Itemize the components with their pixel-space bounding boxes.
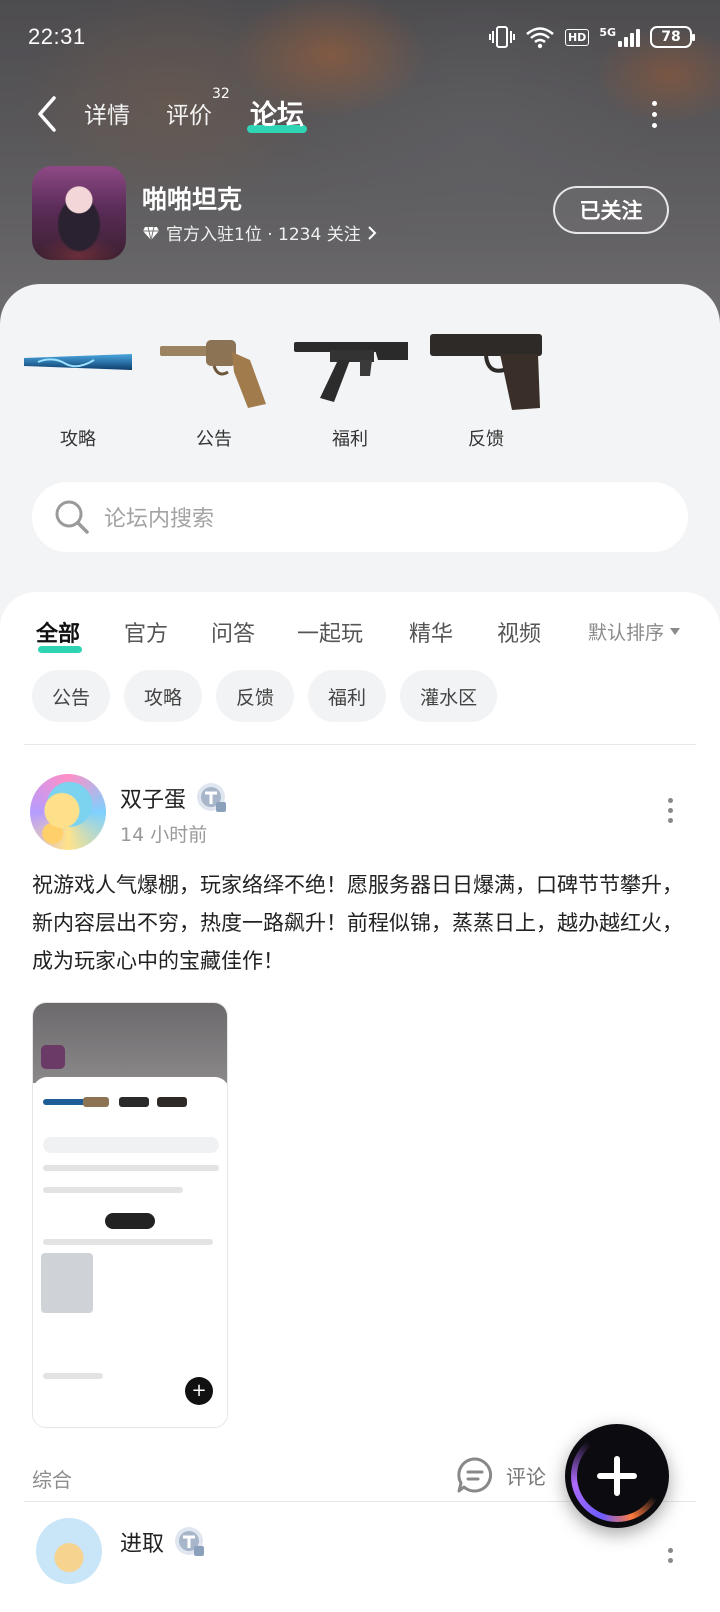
tab-detail[interactable]: 详情	[84, 96, 130, 130]
cell-signal: 5G	[599, 27, 640, 47]
back-button[interactable]	[36, 94, 66, 134]
chip-feedback[interactable]: 反馈	[216, 670, 295, 722]
top-nav: 详情 评价 32 论坛	[0, 84, 720, 144]
quick-link-welfare[interactable]: 福利	[290, 312, 410, 452]
filter-tab-featured[interactable]: 精华	[409, 616, 453, 648]
search-bar[interactable]: 论坛内搜索	[32, 482, 688, 552]
network-type: 5G	[599, 26, 616, 39]
comment-button[interactable]: 评论	[456, 1456, 546, 1494]
filter-tab-play-together[interactable]: 一起玩	[297, 616, 363, 648]
create-post-button[interactable]	[565, 1424, 669, 1528]
level-badge-icon	[197, 783, 227, 812]
caret-down-icon	[670, 628, 681, 635]
comment-icon	[457, 1457, 493, 1493]
quick-links: 攻略 公告 福利 反馈	[0, 312, 720, 452]
search-placeholder: 论坛内搜索	[104, 507, 215, 532]
pistol-icon	[430, 334, 542, 410]
battery-icon: 78	[650, 26, 695, 48]
status-time: 22:31	[28, 24, 86, 49]
app-info: 啪啪坦克 官方入驻1位 · 1234 关注 已关注	[32, 166, 688, 262]
post-more-button[interactable]	[664, 1548, 676, 1588]
post-tag[interactable]: 综合	[32, 1464, 72, 1493]
post-author[interactable]: 双子蛋	[120, 782, 228, 814]
chip-guide[interactable]: 攻略	[124, 670, 203, 722]
chevron-left-icon	[38, 96, 56, 132]
avatar[interactable]	[30, 774, 106, 850]
filter-tab-indicator	[38, 646, 82, 653]
tab-forum[interactable]: 论坛	[250, 93, 304, 132]
plus-icon	[597, 1456, 637, 1496]
post-image-app-icon	[41, 1045, 65, 1069]
post-image-thumb	[41, 1253, 93, 1313]
post-image[interactable]: +	[32, 1002, 228, 1428]
app-meta-text: 官方入驻1位 · 1234 关注	[166, 225, 361, 245]
post-image-toast	[105, 1213, 155, 1229]
tab-review[interactable]: 评价	[166, 96, 212, 130]
quick-link-guide[interactable]: 攻略	[18, 312, 138, 452]
quick-link-announcement[interactable]: 公告	[154, 312, 274, 452]
filter-tab-official[interactable]: 官方	[124, 616, 168, 648]
quick-link-feedback[interactable]: 反馈	[426, 312, 546, 452]
author-name: 双子蛋	[120, 788, 187, 813]
category-chips: 公告 攻略 反馈 福利 灌水区	[32, 670, 498, 722]
quick-link-label: 公告	[196, 429, 232, 450]
hd-badge: HD	[564, 28, 590, 46]
forum-content: 攻略 公告 福利 反馈 论坛内搜索 全部 官方 问答 一起玩 精华 视频 默认排…	[0, 284, 720, 1612]
author-name: 进取	[120, 1532, 165, 1557]
filter-tabs: 全部 官方 问答 一起玩 精华 视频 默认排序	[0, 606, 720, 662]
quick-link-label: 福利	[332, 429, 368, 450]
post-image-fab: +	[185, 1377, 213, 1405]
revolver-icon	[160, 340, 266, 408]
status-icons: HD 5G 78	[488, 25, 695, 49]
chip-chat[interactable]: 灌水区	[400, 670, 498, 722]
more-menu-button[interactable]	[644, 96, 664, 132]
app-name: 啪啪坦克	[142, 185, 243, 214]
filter-tab-video[interactable]: 视频	[497, 616, 541, 648]
filter-tab-qa[interactable]: 问答	[211, 616, 255, 648]
chip-announcement[interactable]: 公告	[32, 670, 111, 722]
signal-bars-icon	[618, 27, 640, 47]
post-more-button[interactable]	[664, 798, 676, 828]
wifi-icon	[526, 27, 554, 49]
avatar[interactable]	[36, 1518, 102, 1584]
follow-button[interactable]: 已关注	[553, 186, 669, 234]
filter-tab-all[interactable]: 全部	[36, 616, 80, 648]
status-bar: 22:31 HD 5G 78	[28, 20, 695, 54]
chip-welfare[interactable]: 福利	[308, 670, 387, 722]
sort-label: 默认排序	[588, 622, 665, 644]
battery-level: 78	[661, 29, 681, 45]
quick-link-label: 攻略	[60, 429, 96, 450]
review-count: 32	[212, 86, 230, 102]
post-author[interactable]: 进取	[120, 1526, 206, 1558]
app-icon[interactable]	[32, 166, 126, 260]
vibrate-icon	[488, 26, 515, 48]
diamond-icon	[143, 226, 159, 240]
comment-label: 评论	[506, 1464, 546, 1489]
rifle-icon	[294, 342, 408, 402]
app-meta[interactable]: 官方入驻1位 · 1234 关注	[142, 220, 377, 245]
chevron-right-icon	[367, 225, 377, 240]
bat-icon	[24, 354, 132, 370]
quick-link-label: 反馈	[468, 429, 504, 450]
divider	[24, 744, 696, 745]
post-time: 14 小时前	[120, 824, 208, 846]
post-image-header	[33, 1003, 227, 1083]
level-badge-icon	[175, 1527, 205, 1556]
post-body: 祝游戏人气爆棚，玩家络绎不绝！愿服务器日日爆满，口碑节节攀升，新内容层出不穷，热…	[32, 873, 683, 973]
sort-dropdown[interactable]: 默认排序	[588, 618, 681, 645]
search-icon	[55, 500, 89, 534]
tab-forum-label: 论坛	[250, 100, 304, 131]
